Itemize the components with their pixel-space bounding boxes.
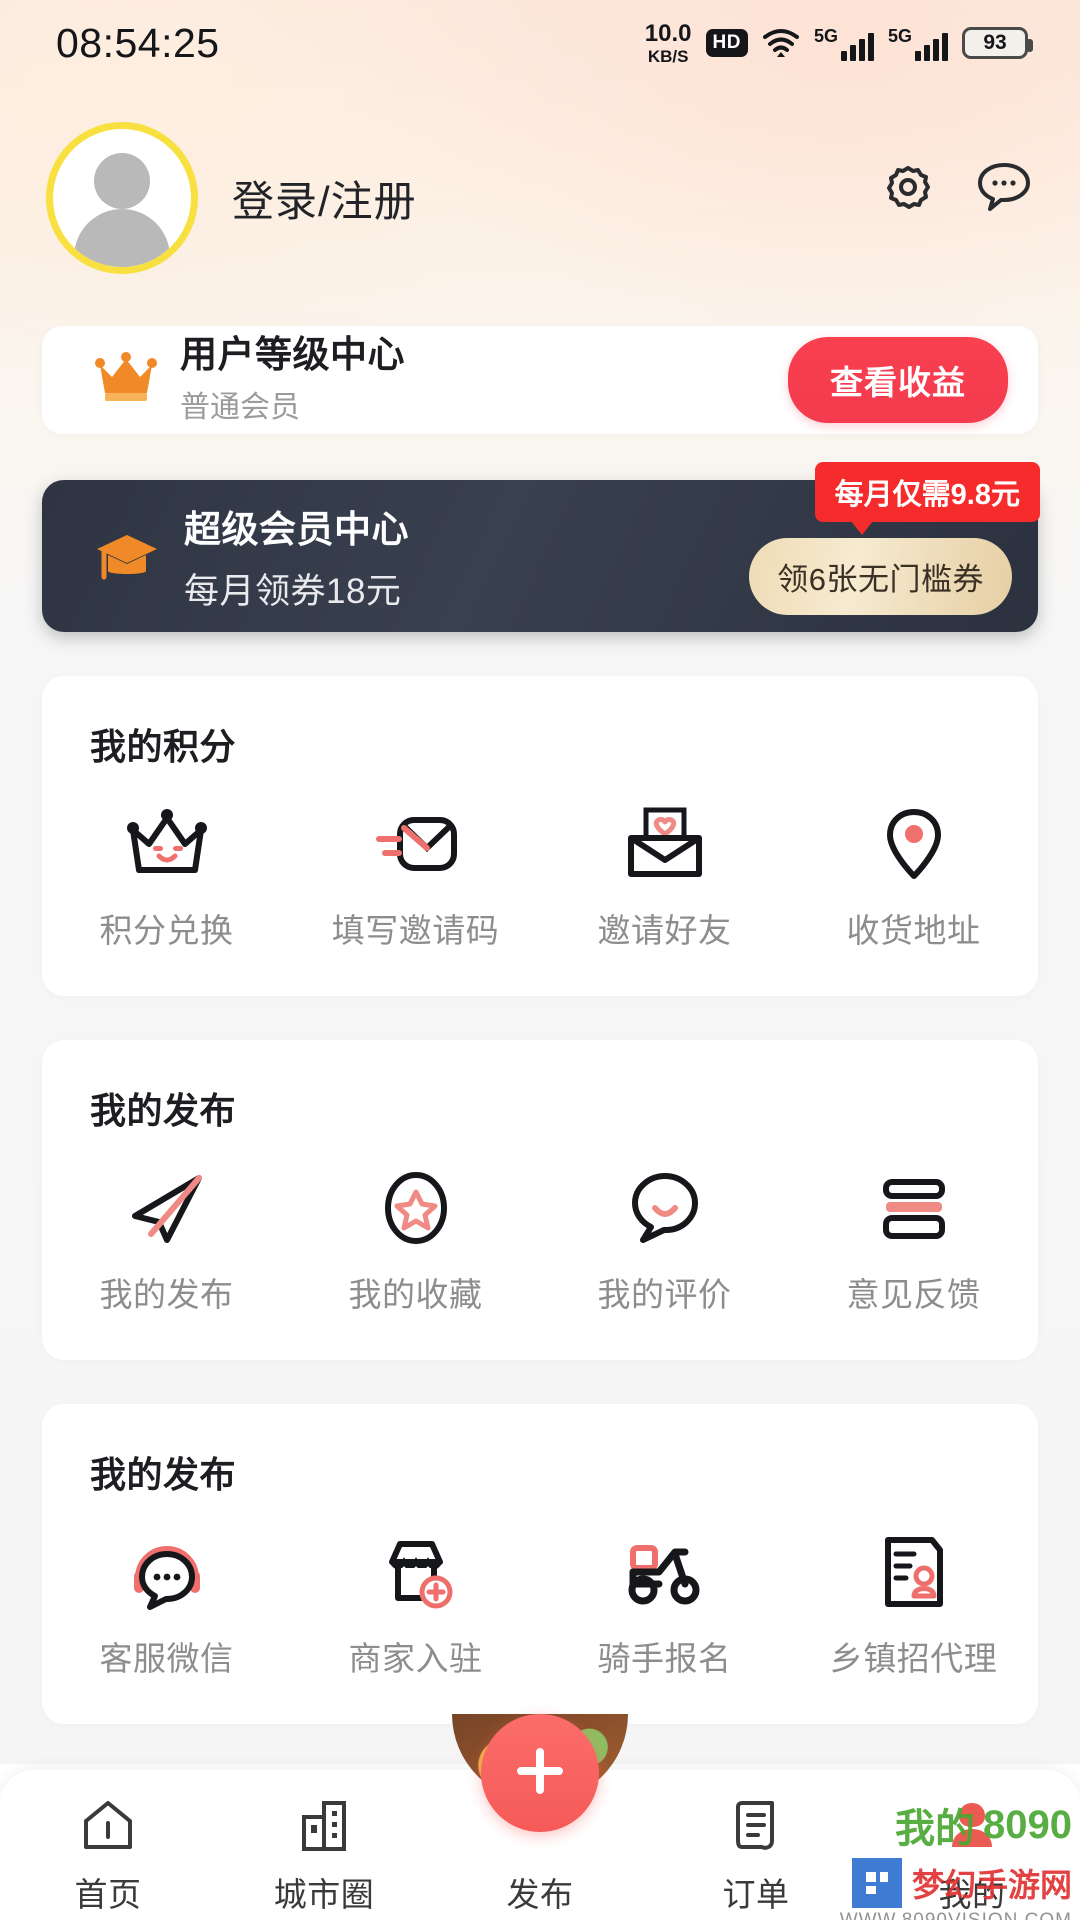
star-circle-icon [370,1162,462,1254]
location-pin-icon [868,798,960,890]
user-person-icon [942,1792,1002,1858]
grid-item-feedback[interactable]: 意见反馈 [789,1162,1038,1316]
super-member-title: 超级会员中心 [184,508,409,550]
section-my-posts-grid: 我的发布 我的收藏 我的评价 意见反馈 [42,1162,1038,1316]
user-level-card[interactable]: 用户等级中心 普通会员 查看收益 [42,326,1038,434]
tab-label: 城市圈 [273,1876,375,1913]
home-icon [78,1792,138,1858]
section-points-grid: 积分兑换 填写邀请码 邀请好友 收货地址 [42,798,1038,952]
grid-item-shipping-address[interactable]: 收货地址 [789,798,1038,952]
signal-2-icon: 5G [888,26,948,61]
super-member-texts: 超级会员中心 每月领券18元 [184,499,409,614]
grid-label: 乡镇招代理 [829,1640,998,1677]
grid-label: 骑手报名 [597,1640,732,1677]
invite-code-envelope-icon [370,798,462,890]
super-member-subtitle: 每月领券18元 [184,571,402,611]
profile-header: 登录/注册 [0,86,1080,274]
status-bar-indicators: 10.0 KB/S HD 5G 5G 93 [644,19,1033,66]
gear-icon[interactable] [880,159,936,220]
tab-label: 发布 [506,1876,574,1913]
battery-level: 93 [983,31,1007,54]
grid-label: 邀请好友 [597,912,732,949]
section-services-grid: 客服微信 商家入驻 骑手报名 乡镇招代理 [42,1526,1038,1680]
grid-item-invite-code[interactable]: 填写邀请码 [291,798,540,952]
grid-label: 意见反馈 [846,1276,981,1313]
battery-icon: 93 [962,27,1033,59]
section-points: 我的积分 积分兑换 填写邀请码 邀请好友 收货地址 [42,676,1038,996]
grid-item-my-reviews[interactable]: 我的评价 [540,1162,789,1316]
network-speed-indicator: 10.0 KB/S [644,19,692,66]
envelope-heart-icon [619,798,711,890]
grid-item-town-agent[interactable]: 乡镇招代理 [789,1526,1038,1680]
section-services: 我的发布 客服微信 商家入驻 骑手报名 乡镇招代理 [42,1404,1038,1724]
section-my-posts: 我的发布 我的发布 我的收藏 我的评价 意见反馈 [42,1040,1038,1360]
grid-item-my-favorites[interactable]: 我的收藏 [291,1162,540,1316]
app-root: 08:54:25 10.0 KB/S HD 5G 5G 93 登录/注册 用户等… [0,0,1080,1920]
grid-item-points-exchange[interactable]: 积分兑换 [42,798,291,952]
grid-item-invite-friends[interactable]: 邀请好友 [540,798,789,952]
chat-bubble-icon[interactable] [974,159,1034,220]
user-level-texts: 用户等级中心 普通会员 [180,334,405,425]
document-agent-icon [868,1526,960,1618]
tab-label: 我的 [938,1876,1006,1913]
grid-label: 收货地址 [846,912,981,949]
tab-label: 订单 [722,1876,790,1913]
tab-orders[interactable]: 订单 [648,1792,864,1916]
grid-item-customer-service[interactable]: 客服微信 [42,1526,291,1680]
tab-publish[interactable]: 发布 [432,1714,648,1916]
signal-2-label: 5G [887,25,912,46]
hd-icon: HD [705,29,748,57]
wifi-icon [762,28,800,58]
section-my-posts-title: 我的发布 [90,1090,237,1131]
user-level-title: 用户等级中心 [180,334,405,376]
tab-label: 首页 [74,1876,142,1913]
feedback-icon [868,1162,960,1254]
login-register-link[interactable]: 登录/注册 [232,168,417,229]
status-bar: 08:54:25 10.0 KB/S HD 5G 5G 93 [0,0,1080,86]
grid-label: 客服微信 [99,1640,234,1677]
network-speed-unit: KB/S [647,46,689,66]
tab-city-circle[interactable]: 城市圈 [216,1792,432,1916]
grid-label: 我的收藏 [348,1276,483,1313]
graduation-cap-icon [94,527,160,590]
grid-label: 商家入驻 [348,1640,483,1677]
order-receipt-icon [726,1792,786,1858]
publish-fab-button[interactable] [481,1714,599,1832]
price-tag-badge: 每月仅需9.8元 [814,462,1040,535]
customer-service-icon [121,1526,213,1618]
network-speed-value: 10.0 [644,19,692,47]
grid-label: 积分兑换 [99,912,234,949]
grid-label: 填写邀请码 [331,912,500,949]
grid-item-my-posts[interactable]: 我的发布 [42,1162,291,1316]
avatar[interactable] [46,122,198,274]
scooter-rider-icon [619,1526,711,1618]
header-actions [880,159,1034,238]
super-member-card[interactable]: 超级会员中心 每月领券18元 每月仅需9.8元 领6张无门槛券 [42,462,1040,632]
grid-label: 我的发布 [99,1276,234,1313]
tab-home[interactable]: 首页 [0,1792,216,1916]
avatar-placeholder-icon [53,129,191,267]
section-points-title: 我的积分 [90,726,237,767]
paper-plane-icon [121,1162,213,1254]
grid-item-merchant-join[interactable]: 商家入驻 [291,1526,540,1680]
crown-icon [94,351,158,410]
view-earnings-button[interactable]: 查看收益 [788,337,1008,423]
signal-1-icon: 5G [814,26,874,61]
speech-bubble-smile-icon [619,1162,711,1254]
crown-face-icon [121,798,213,890]
bottom-tab-bar: 首页 城市圈 发布 订单 我的 [0,1714,1080,1920]
tab-mine[interactable]: 我的 [864,1792,1080,1916]
user-level-subtitle: 普通会员 [180,390,300,424]
status-bar-clock: 08:54:25 [56,19,220,66]
claim-coupon-button[interactable]: 领6张无门槛券 [749,538,1012,615]
signal-1-label: 5G [813,25,838,46]
section-services-title: 我的发布 [90,1454,237,1495]
shop-add-icon [370,1526,462,1618]
grid-item-rider-signup[interactable]: 骑手报名 [540,1526,789,1680]
city-building-icon [294,1792,354,1858]
grid-label: 我的评价 [597,1276,732,1313]
plus-icon [509,1740,571,1807]
